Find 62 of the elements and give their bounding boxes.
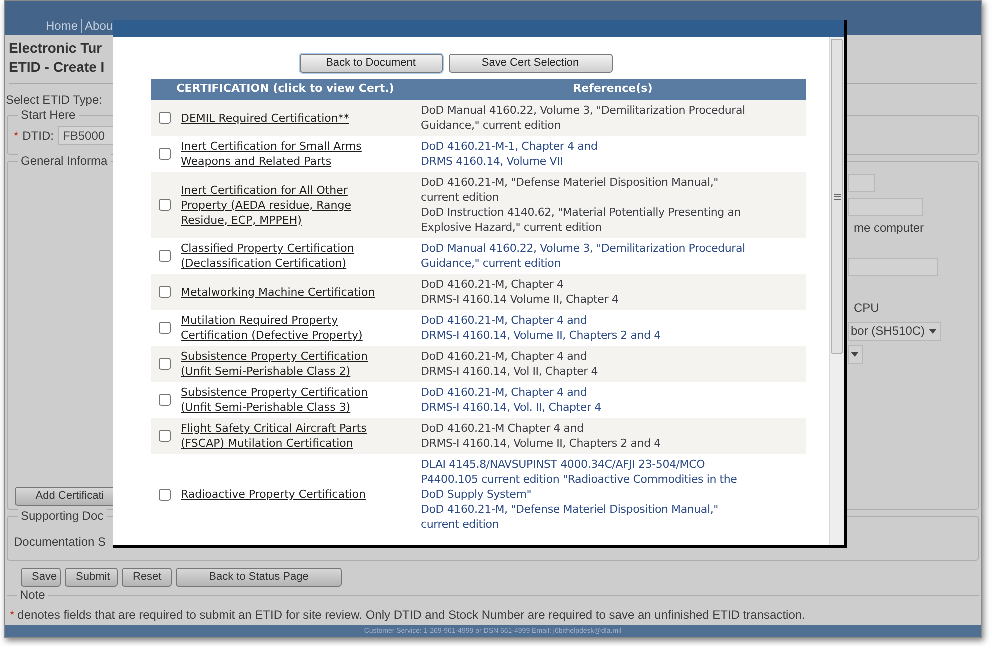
reference-text: DoD 4160.21-M Chapter 4 and DRMS-I 4160.14, Volume II, Chapters 2 and 4 bbox=[421, 421, 662, 451]
scrollbar-thumb[interactable] bbox=[831, 39, 843, 354]
page-title: ETID - Create I bbox=[9, 58, 105, 77]
checkbox[interactable] bbox=[159, 488, 171, 500]
reference-text: DoD 4160.21-M, Chapter 4 and DRMS-I 4160.14, Volume II, Chapters 2 and 4 bbox=[421, 313, 662, 343]
page-title: Electronic Tur bbox=[9, 39, 102, 58]
certification-link[interactable]: Subsistence Property Certification (Unfit Semi-Perishable Class 3) bbox=[181, 385, 368, 415]
text-field[interactable] bbox=[848, 198, 923, 216]
checkbox[interactable] bbox=[159, 430, 171, 442]
reference-text: DLAI 4145.8/NAVSUPINST 4000.34C/AFJI 23-504/MCO P4400.105 current edition "Radioactive Commodities in the DoD Supply System" bbox=[421, 457, 738, 502]
required-mark: * bbox=[10, 607, 15, 624]
field-label: Select ETID Type: bbox=[6, 93, 102, 107]
form-button[interactable]: Reset bbox=[122, 568, 172, 588]
field-text: me computer bbox=[853, 220, 926, 236]
certification-link[interactable]: DEMIL Required Certification** bbox=[181, 110, 350, 126]
dialog-button[interactable]: Back to Document bbox=[300, 54, 442, 73]
checkbox[interactable] bbox=[159, 112, 171, 124]
certification-link[interactable]: Inert Certification for Small Arms Weapons and Related Parts bbox=[181, 139, 362, 169]
checkbox[interactable] bbox=[159, 199, 171, 211]
checkbox[interactable] bbox=[159, 148, 171, 160]
reference-text: DoD 4160.21-M, Chapter 4 and DRMS-I 4160.14, Vol. II, Chapter 4 bbox=[421, 385, 602, 415]
checkbox[interactable] bbox=[159, 394, 171, 406]
field-label: DTID: bbox=[22, 128, 54, 144]
checkbox[interactable] bbox=[159, 358, 171, 370]
field-label: Documentation S bbox=[14, 534, 106, 551]
column-header: CERTIFICATION (click to view Cert.) bbox=[151, 79, 420, 100]
note-text: denotes fields that are required to submit an ETID for site review. Only DTID and Stock Number are required to save an unfinished ETID transaction. bbox=[18, 607, 806, 624]
reference-text: DoD 4160.21-M, Chapter 4 and DRMS-I 4160.14, Vol II, Chapter 4 bbox=[421, 349, 600, 379]
column-header: Reference(s) bbox=[420, 79, 806, 100]
certification-link[interactable]: Subsistence Property Certification (Unfit Semi-Perishable Class 2) bbox=[181, 349, 368, 379]
certification-link[interactable]: Classified Property Certification (Declassification Certification) bbox=[181, 241, 354, 271]
nav-link[interactable]: Home bbox=[43, 19, 82, 33]
form-button[interactable]: Submit bbox=[65, 568, 118, 588]
fieldset-legend: Supporting Doc bbox=[18, 508, 107, 524]
dropdown[interactable] bbox=[848, 344, 863, 364]
caret-icon bbox=[851, 352, 859, 357]
dropdown[interactable]: bor (SH510C) bbox=[848, 322, 942, 341]
scrollbar[interactable] bbox=[829, 37, 844, 545]
text-field[interactable] bbox=[848, 174, 875, 192]
dialog-button[interactable]: Save Cert Selection bbox=[448, 54, 612, 73]
certification-link[interactable]: Flight Safety Critical Aircraft Parts (FSCAP) Mutilation Certification bbox=[181, 421, 367, 451]
checkbox[interactable] bbox=[159, 322, 171, 334]
certification-link[interactable]: Mutilation Required Property Certification (Defective Property) bbox=[181, 313, 363, 343]
certification-link[interactable]: Radioactive Property Certification bbox=[181, 487, 366, 502]
certification-link[interactable]: Inert Certification for All Other Property (AEDA residue, Range Residue, ECP, MPPEH) bbox=[181, 182, 352, 228]
reference-text: DoD Instruction 4140.62, "Material Potentially Presenting an Explosive Hazard," current edition bbox=[421, 205, 742, 235]
required-mark: * bbox=[14, 128, 19, 144]
caret-icon bbox=[929, 328, 938, 334]
form-button[interactable]: Save bbox=[21, 568, 61, 588]
field-text: CPU bbox=[853, 300, 880, 316]
reference-text: DoD 4160.21-M, "Defense Materiel Disposition Manual," current edition bbox=[421, 175, 720, 205]
checkbox[interactable] bbox=[159, 286, 171, 298]
reference-text: DoD 4160.21-M, Chapter 4 DRMS-I 4160.14 Volume II, Chapter 4 bbox=[421, 277, 620, 307]
reference-text: DoD Manual 4160.22, Volume 3, "Demilitarization Procedural Guidance," current edition bbox=[421, 241, 746, 271]
form-button[interactable]: Back to Status Page bbox=[176, 568, 342, 588]
reference-text: DoD 4160.21-M, "Defense Materiel Disposition Manual," current edition bbox=[421, 502, 720, 532]
text-field[interactable] bbox=[848, 258, 938, 276]
reference-text: DoD Manual 4160.22, Volume 3, "Demilitarization Procedural Guidance," current edition bbox=[421, 103, 746, 133]
certification-link[interactable]: Metalworking Machine Certification bbox=[181, 284, 376, 300]
grip-icon bbox=[834, 194, 840, 200]
checkbox[interactable] bbox=[159, 250, 171, 262]
reference-text: DoD 4160.21-M-1, Chapter 4 and DRMS 4160.14, Volume VII bbox=[421, 139, 599, 169]
